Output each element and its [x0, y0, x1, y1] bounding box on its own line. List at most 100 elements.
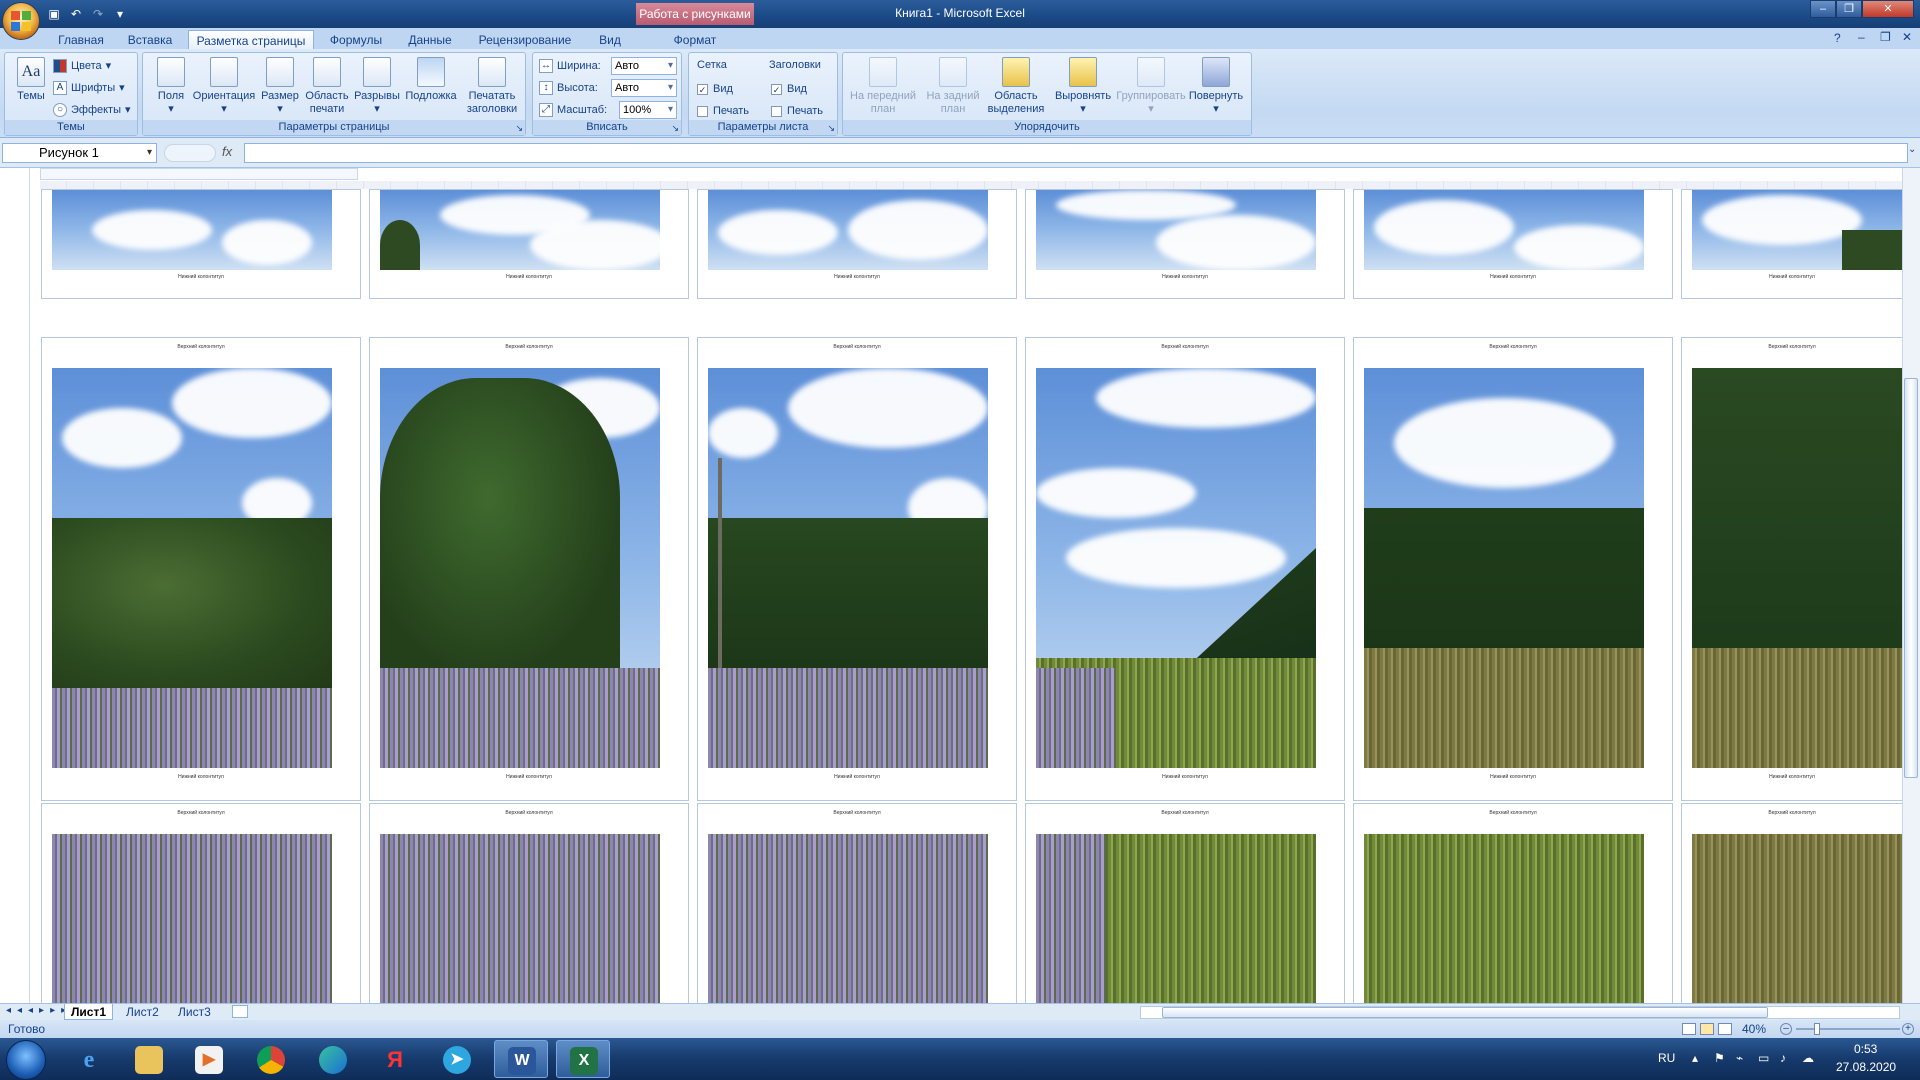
name-box[interactable]: Рисунок 1 — [2, 143, 157, 163]
bring-forward-button[interactable]: На передний план — [847, 57, 919, 116]
photo[interactable] — [380, 834, 660, 1003]
page[interactable]: Верхний колонтитул Нижний колонтитул — [370, 338, 688, 800]
photo[interactable] — [1692, 190, 1902, 270]
page[interactable]: Верхний колонтитул — [1026, 804, 1344, 1003]
scale-dialog-launcher[interactable]: ↘ — [671, 123, 679, 134]
zoom-slider[interactable] — [1796, 1028, 1900, 1030]
photo[interactable] — [1036, 190, 1316, 270]
height-select[interactable]: Авто — [611, 79, 677, 97]
page[interactable]: Верхний колонтитул — [1354, 804, 1672, 1003]
taskbar-telegram[interactable]: ➤ — [430, 1040, 484, 1078]
page[interactable]: Нижний колонтитул — [1026, 190, 1344, 298]
gridlines-print-checkbox[interactable]: Печать — [697, 103, 749, 119]
tray-arrow-icon[interactable]: ▴ — [1692, 1051, 1698, 1065]
horizontal-scroll-thumb[interactable] — [1162, 1007, 1768, 1018]
zoom-in-icon[interactable]: + — [1902, 1023, 1914, 1035]
photo[interactable] — [1692, 368, 1902, 768]
size-button[interactable]: Размер ▾ — [257, 57, 303, 116]
expand-formula-bar-icon[interactable]: ⌄ — [1908, 144, 1916, 155]
photo[interactable] — [52, 368, 332, 768]
tab-home[interactable]: Главная — [50, 30, 112, 50]
page-setup-dialog-launcher[interactable]: ↘ — [515, 123, 523, 134]
redo-icon[interactable]: ↷ — [90, 6, 106, 22]
print-area-button[interactable]: Область печати — [303, 57, 351, 116]
page-break-view-icon[interactable] — [1718, 1023, 1732, 1035]
close-button[interactable]: ✕ — [1862, 0, 1914, 18]
print-titles-button[interactable]: Печатать заголовки — [461, 57, 523, 116]
taskbar-edge[interactable] — [306, 1040, 360, 1078]
page[interactable]: Верхний колонтитул Нижний колонтитул — [1682, 338, 1902, 800]
page[interactable]: Верхний колонтитул — [42, 804, 360, 1003]
clock-time[interactable]: 0:53 — [1854, 1042, 1877, 1056]
sheet-nav-arrows[interactable]: ◂◂◂▸▸▸ — [6, 1005, 72, 1016]
doc-restore-button[interactable]: ❐ — [1880, 30, 1891, 44]
theme-colors-button[interactable]: Цвета ▾ — [53, 57, 111, 75]
flag-icon[interactable]: ⚑ — [1714, 1051, 1725, 1065]
photo[interactable] — [1364, 190, 1644, 270]
scale-spinner[interactable]: 100% — [619, 101, 677, 119]
orientation-button[interactable]: Ориентация ▾ — [189, 57, 259, 116]
tab-view[interactable]: Вид — [590, 30, 630, 50]
zoom-out-icon[interactable]: – — [1780, 1023, 1792, 1035]
start-button[interactable] — [6, 1040, 46, 1080]
customize-qat-icon[interactable]: ▾ — [112, 6, 128, 22]
page[interactable]: Верхний колонтитул Нижний колонтитул — [698, 338, 1016, 800]
insert-sheet-icon[interactable] — [232, 1005, 248, 1018]
taskbar-ie[interactable]: e — [62, 1040, 116, 1078]
taskbar-media-player[interactable]: ▶ — [182, 1040, 236, 1078]
page[interactable]: Нижний колонтитул — [1682, 190, 1902, 298]
page[interactable]: Верхний колонтитул Нижний колонтитул — [1026, 338, 1344, 800]
headings-view-checkbox[interactable]: ✓ Вид — [771, 81, 807, 97]
margins-button[interactable]: Поля ▾ — [151, 57, 191, 116]
normal-view-icon[interactable] — [1682, 1023, 1696, 1035]
worksheet-area[interactable]: Нижний колонтитул Нижний колонтитул Нижн… — [0, 168, 1920, 1003]
headings-print-checkbox[interactable]: Печать — [771, 103, 823, 119]
taskbar-chrome[interactable] — [244, 1040, 298, 1078]
taskbar-excel[interactable]: X — [556, 1040, 610, 1078]
taskbar-yandex[interactable]: Я — [368, 1040, 422, 1078]
photo[interactable] — [1364, 368, 1644, 768]
sheet-options-dialog-launcher[interactable]: ↘ — [827, 123, 835, 134]
page[interactable]: Нижний колонтитул — [370, 190, 688, 298]
help-icon[interactable]: ? — [1834, 31, 1841, 45]
photo[interactable] — [708, 368, 988, 768]
photo[interactable] — [708, 190, 988, 270]
page[interactable]: Верхний колонтитул — [1682, 804, 1902, 1003]
sheet-tab-3[interactable]: Лист3 — [172, 1004, 217, 1020]
taskbar-explorer[interactable] — [122, 1040, 176, 1078]
page[interactable]: Верхний колонтитул Нижний колонтитул — [1354, 338, 1672, 800]
taskbar-word[interactable]: W — [494, 1040, 548, 1078]
network-icon[interactable]: ⌁ — [1736, 1051, 1743, 1065]
theme-effects-button[interactable]: ○ Эффекты ▾ — [53, 101, 131, 119]
page[interactable]: Верхний колонтитул — [698, 804, 1016, 1003]
doc-close-button[interactable]: ✕ — [1902, 30, 1912, 44]
page[interactable]: Нижний колонтитул — [42, 190, 360, 298]
vertical-scroll-thumb[interactable] — [1904, 378, 1918, 778]
page-layout-view-icon[interactable] — [1700, 1023, 1714, 1035]
maximize-button[interactable]: ❐ — [1836, 0, 1862, 18]
page[interactable]: Верхний колонтитул — [370, 804, 688, 1003]
theme-fonts-button[interactable]: A Шрифты ▾ — [53, 79, 125, 97]
display-icon[interactable]: ▭ — [1758, 1051, 1769, 1065]
office-button[interactable] — [2, 2, 40, 40]
zoom-slider-thumb[interactable] — [1814, 1023, 1820, 1035]
page[interactable]: Нижний колонтитул — [1354, 190, 1672, 298]
themes-button[interactable]: Aa Темы — [11, 57, 51, 103]
insert-function-button[interactable]: fx — [222, 144, 232, 159]
zoom-level[interactable]: 40% — [1742, 1020, 1766, 1038]
photo[interactable] — [708, 834, 988, 1003]
photo[interactable] — [1036, 834, 1316, 1003]
page[interactable]: Верхний колонтитул Нижний колонтитул — [42, 338, 360, 800]
group-button[interactable]: Группировать ▾ — [1111, 57, 1191, 116]
tab-insert[interactable]: Вставка — [118, 30, 182, 50]
volume-icon[interactable]: ♪ — [1780, 1051, 1786, 1065]
clock-date[interactable]: 27.08.2020 — [1836, 1060, 1896, 1074]
width-select[interactable]: Авто — [611, 57, 677, 75]
save-icon[interactable]: ▣ — [46, 6, 62, 22]
send-backward-button[interactable]: На задний план — [921, 57, 985, 116]
breaks-button[interactable]: Разрывы ▾ — [353, 57, 401, 116]
cloud-icon[interactable]: ☁ — [1802, 1051, 1814, 1065]
tab-formulas[interactable]: Формулы — [322, 30, 390, 50]
photo[interactable] — [1036, 368, 1316, 768]
photo[interactable] — [1692, 834, 1902, 1003]
